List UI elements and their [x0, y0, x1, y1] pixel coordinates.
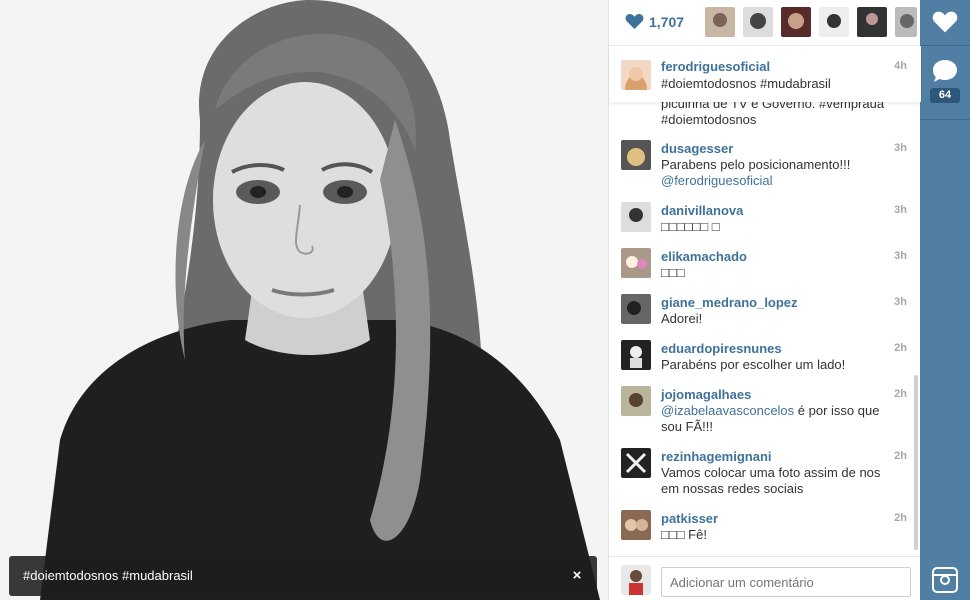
- comment-text: Parabens pelo posicionamento!!! @ferodri…: [661, 157, 891, 189]
- comment-mention[interactable]: @ferodriguesoficial: [661, 173, 891, 189]
- avatar[interactable]: [621, 510, 651, 540]
- comment-text: □□□ Fê!: [661, 527, 707, 542]
- heart-icon: [932, 11, 958, 33]
- comment-username[interactable]: rezinhagemignani: [661, 449, 772, 464]
- caption-time: 4h: [894, 60, 907, 72]
- avatar[interactable]: [621, 294, 651, 324]
- comment-time: 2h: [894, 388, 907, 400]
- liker-avatar[interactable]: [743, 7, 773, 37]
- comments-scrollbar[interactable]: [914, 375, 918, 550]
- liker-avatar[interactable]: [705, 7, 735, 37]
- heart-icon: [625, 13, 644, 30]
- comment-time: 3h: [894, 250, 907, 262]
- comments-list[interactable]: picuinha de TV e Governo. #vempraua #doi…: [609, 92, 921, 554]
- current-user-avatar: [621, 565, 651, 595]
- comment-username[interactable]: jojomagalhaes: [661, 387, 751, 402]
- liker-avatar[interactable]: [819, 7, 849, 37]
- comment-time: 3h: [894, 142, 907, 154]
- action-rail: 64: [920, 0, 970, 600]
- comment-username[interactable]: danivillanova: [661, 203, 743, 218]
- comment-mention[interactable]: @izabelaavasconcelos: [661, 403, 794, 418]
- close-caption-button[interactable]: ×: [569, 568, 585, 584]
- comment-username[interactable]: giane_medrano_lopez: [661, 295, 798, 310]
- comment-text: @izabelaavasconcelos é por isso que sou …: [661, 403, 891, 435]
- author-username[interactable]: ferodriguesoficial: [661, 59, 770, 74]
- comment-username[interactable]: eduardopiresnunes: [661, 341, 782, 356]
- likes-button[interactable]: 1,707: [625, 13, 684, 30]
- comment-username[interactable]: dusagesser: [661, 141, 733, 156]
- liker-avatar[interactable]: [857, 7, 887, 37]
- comment-text: Parabéns por escolher um lado!: [661, 357, 846, 372]
- comment-text: □□□□□□ □: [661, 219, 720, 234]
- comments-panel: 1,707 ferodriguesoficial #doiemtodosnos …: [608, 0, 921, 600]
- liker-avatar[interactable]: [895, 7, 917, 37]
- comment-composer: [609, 556, 921, 600]
- caption-text: #doiemtodosnos #mudabrasil: [661, 76, 831, 91]
- portrait-image: [0, 0, 608, 600]
- comment-input[interactable]: [661, 567, 911, 597]
- comment-time: 3h: [894, 204, 907, 216]
- camera-logo-icon[interactable]: [932, 567, 958, 593]
- comments-count-badge: 64: [930, 88, 960, 103]
- photo-caption-text: #doiemtodosnos #mudabrasil: [23, 568, 193, 583]
- likers-avatars: [705, 7, 917, 37]
- comment-body: Parabens pelo posicionamento!!!: [661, 157, 851, 172]
- comment-username[interactable]: patkisser: [661, 511, 718, 526]
- instagram-photo-viewer: #doiemtodosnos #mudabrasil × 1,707 ferod…: [0, 0, 970, 600]
- comment-text: Adorei!: [661, 311, 703, 326]
- comment-text: Vamos colocar uma foto assim de nos em n…: [661, 465, 881, 496]
- like-button[interactable]: [920, 0, 970, 46]
- comment-time: 2h: [894, 342, 907, 354]
- avatar[interactable]: [621, 386, 651, 416]
- post-caption: ferodriguesoficial #doiemtodosnos #mudab…: [609, 46, 921, 102]
- comments-button[interactable]: 64: [920, 46, 970, 120]
- avatar[interactable]: [621, 448, 651, 478]
- avatar[interactable]: [621, 340, 651, 370]
- comment-username[interactable]: elikamachado: [661, 249, 747, 264]
- speech-bubble-icon: [933, 60, 957, 82]
- comment-text: □□□: [661, 265, 685, 280]
- liker-avatar[interactable]: [781, 7, 811, 37]
- comment-time: 2h: [894, 450, 907, 462]
- comment-time: 3h: [894, 296, 907, 308]
- post-photo: #doiemtodosnos #mudabrasil ×: [0, 0, 608, 600]
- likes-count: 1,707: [649, 13, 685, 30]
- author-avatar[interactable]: [621, 60, 651, 90]
- avatar[interactable]: [621, 202, 651, 232]
- likes-bar: 1,707: [609, 0, 921, 46]
- comment-time: 2h: [894, 512, 907, 524]
- photo-caption-overlay: #doiemtodosnos #mudabrasil ×: [9, 556, 597, 596]
- avatar[interactable]: [621, 140, 651, 170]
- avatar[interactable]: [621, 248, 651, 278]
